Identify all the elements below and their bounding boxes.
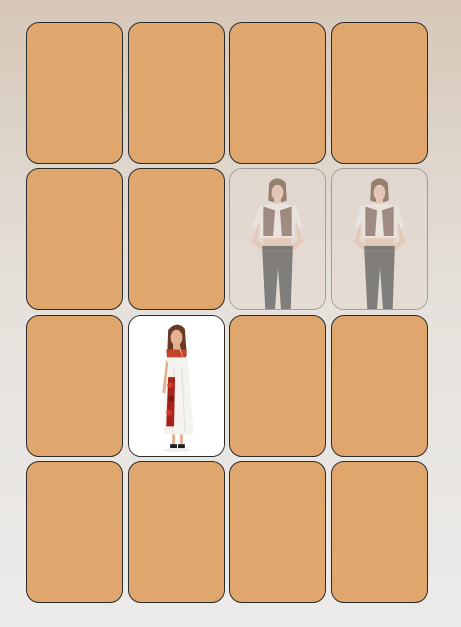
memory-card-face-down[interactable] bbox=[330, 314, 428, 457]
memory-card-face-down[interactable] bbox=[229, 22, 327, 164]
memory-card-face-up bbox=[127, 314, 225, 457]
memory-card-face-down[interactable] bbox=[26, 314, 123, 457]
memory-card-face-down[interactable] bbox=[26, 168, 123, 311]
memory-card-face-down[interactable] bbox=[330, 22, 428, 164]
memory-card-face-down[interactable] bbox=[330, 460, 428, 603]
memory-card-face-down[interactable] bbox=[127, 460, 225, 603]
memory-card-face-down[interactable] bbox=[26, 460, 123, 603]
model-white-dress-image bbox=[128, 315, 224, 456]
memory-card-matched bbox=[330, 168, 428, 311]
memory-card-face-down[interactable] bbox=[127, 168, 225, 311]
memory-card-matched bbox=[229, 168, 327, 311]
model-crop-top-image bbox=[230, 169, 326, 310]
memory-card-face-down[interactable] bbox=[127, 22, 225, 164]
memory-card-face-down[interactable] bbox=[229, 314, 327, 457]
model-crop-top-image bbox=[331, 169, 427, 310]
memory-game-board bbox=[26, 22, 428, 603]
memory-card-face-down[interactable] bbox=[229, 460, 327, 603]
memory-card-face-down[interactable] bbox=[26, 22, 123, 164]
